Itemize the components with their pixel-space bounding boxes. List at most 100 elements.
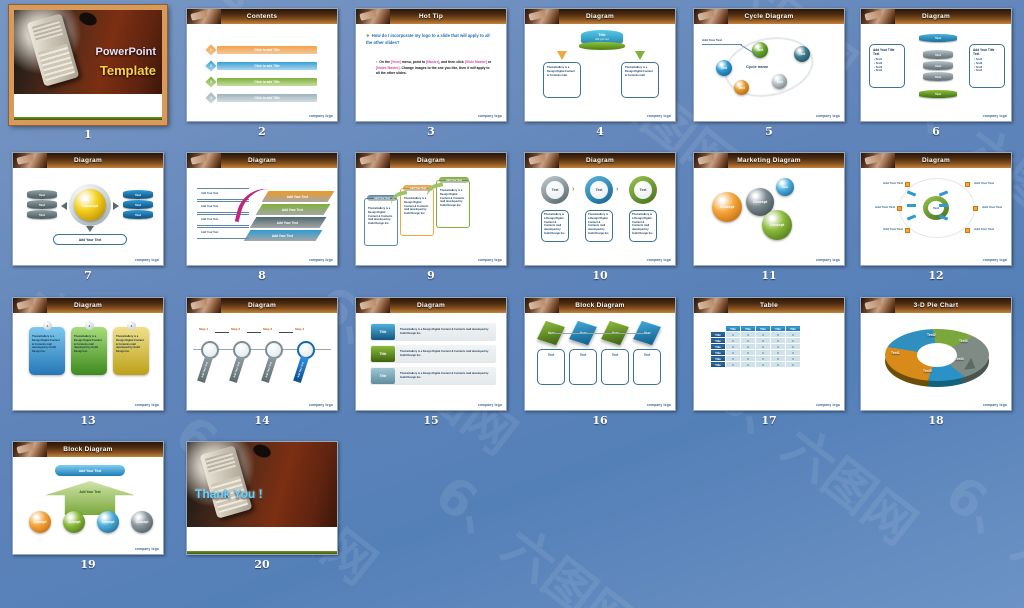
slide-canvas[interactable]: Diagram Text ThemeGallery is a Design Digi…: [524, 152, 676, 266]
block-card-label: Text: [643, 353, 651, 357]
slide-content: ThemeGallery is a Design Digital Content…: [13, 313, 163, 410]
slide-thumbnail-19[interactable]: Block Diagram Add Your Text Add Your Text C…: [12, 441, 164, 571]
slide-number: 16: [592, 414, 608, 427]
cycle-node-teal: Text: [794, 46, 810, 62]
list-row-title: Title: [371, 368, 395, 384]
slide-canvas[interactable]: Table Title Title Title Title Title Title 0 0 0 0 0…: [693, 297, 845, 411]
list-row: Title ThemeGallery is a Design Digital Co…: [370, 345, 496, 363]
slide-content: Add Your Text Add Your Text Concept Concept…: [13, 457, 163, 554]
data-table[interactable]: Title Title Title Title Title Title 0 0 0 0 0 Title…: [710, 325, 801, 368]
contents-bar[interactable]: Click to add Title: [217, 78, 317, 86]
slide-thumbnail-grid[interactable]: PowerPoint Template 1 Contents Click to add …: [0, 0, 1024, 608]
slide-canvas[interactable]: Diagram Add Your Text Add Your Text Add You…: [186, 152, 338, 266]
slide-canvas[interactable]: Diagram Text Text Text Text Text Add Your Titl…: [860, 8, 1012, 122]
side-card-list: ▪ Text1 ▪ Text2 ▪ Text3 ▪ Text4: [970, 57, 1004, 74]
slide-thumbnail-8[interactable]: Diagram Add Your Text Add Your Text Add You…: [186, 152, 338, 282]
slide-canvas[interactable]: Block Diagram Add Your Text Add Your Text C…: [12, 441, 164, 555]
company-logo-text: company logo: [815, 258, 840, 262]
radial-node: [973, 206, 978, 211]
cover-title-line1: PowerPoint: [95, 46, 156, 59]
thank-you-text: Thank You !: [195, 486, 263, 501]
slide-thumbnail-17[interactable]: Table Title Title Title Title Title Title 0 0 0 0 0…: [693, 297, 845, 427]
slide-number: 10: [592, 269, 608, 282]
center-stack-cylinder: Text: [923, 61, 953, 70]
slide-content: Text Text Text Text Text Cycle name Add Your T…: [694, 24, 844, 121]
radial-node-label: Add Your Text: [974, 181, 995, 185]
slide-content: Text Add Your Text Add Your Text Add Your T…: [861, 168, 1011, 265]
contents-bar[interactable]: Click to add Title: [217, 94, 317, 102]
slide-canvas[interactable]: Diagram Add Your Text Step 1 Add Your Text S…: [186, 297, 338, 411]
header-photo-thumbnail: [861, 298, 895, 313]
slide-number: 2: [258, 125, 266, 138]
slide-canvas[interactable]: Diagram Title Add your text ThemeGallery is…: [524, 8, 676, 122]
slide-canvas[interactable]: Diagram ThemeGallery is a Design Digital …: [12, 297, 164, 411]
slide-thumbnail-6[interactable]: Diagram Text Text Text Text Text Add Your Titl…: [860, 8, 1012, 138]
slide-header-bar: Diagram: [187, 153, 337, 168]
slide-thumbnail-15[interactable]: Diagram Title ThemeGallery is a Design Dig…: [355, 297, 507, 427]
slide-canvas[interactable]: Block DiagramTextTextTextTextTextTextTex…: [524, 297, 676, 411]
header-photo-thumbnail: [356, 9, 390, 24]
slide-header-bar: Diagram: [13, 298, 163, 313]
list-row-body: ThemeGallery is a Design Digital Content…: [400, 372, 489, 379]
slide-canvas[interactable]: Diagram Text Add Your Text Add Your Text Add…: [860, 152, 1012, 266]
pie-slice-label: Text3: [959, 339, 968, 343]
company-logo-text: company logo: [477, 114, 502, 118]
company-logo-text: company logo: [477, 403, 502, 407]
slide-canvas[interactable]: Thank You !: [186, 441, 338, 555]
header-photo-thumbnail: [525, 153, 559, 168]
slide-header-bar: Hot Tip: [356, 9, 506, 24]
contents-bar[interactable]: Click to add Title: [217, 62, 317, 70]
green-disc-base: [579, 42, 625, 50]
slide-thumbnail-13[interactable]: Diagram ThemeGallery is a Design Digital …: [12, 297, 164, 427]
slide-thumbnail-3[interactable]: Hot Tip ❖ How do I incorporate my logo to …: [355, 8, 507, 138]
slide-canvas[interactable]: Cycle Diagram Text Text Text Text Text Cycle n…: [693, 8, 845, 122]
header-photo-thumbnail: [187, 153, 221, 168]
slide-title: Diagram: [73, 302, 103, 309]
slide-number: 19: [80, 558, 96, 571]
company-logo-text: company logo: [646, 114, 671, 118]
slide-thumbnail-10[interactable]: Diagram Text ThemeGallery is a Design Digi…: [524, 152, 676, 282]
slide-thumbnail-18[interactable]: 3-D Pie Chart Text1 Text2 Text3 Text4 Text5 co…: [860, 297, 1012, 427]
slide-thumbnail-12[interactable]: Diagram Text Add Your Text Add Your Text Add…: [860, 152, 1012, 282]
company-logo-text: company logo: [308, 403, 333, 407]
center-stack-cylinder: Text: [923, 72, 953, 81]
cycle-callout-label: Add Your Text: [702, 38, 723, 42]
slide-thumbnail-1[interactable]: PowerPoint Template 1: [8, 4, 168, 141]
slide-header-bar: Diagram: [356, 153, 506, 168]
slide-thumbnail-2[interactable]: Contents Click to add Title 1 Click to add …: [186, 8, 338, 138]
header-photo-thumbnail: [525, 298, 559, 313]
right-cylinder: Text: [123, 200, 153, 209]
slide-canvas[interactable]: Contents Click to add Title 1 Click to add …: [186, 8, 338, 122]
magnifier-handle: Add Your Text: [197, 355, 213, 383]
slide-title: Diagram: [585, 13, 615, 20]
slide-thumbnail-16[interactable]: Block DiagramTextTextTextTextTextTextTex…: [524, 297, 676, 427]
tab-card: ThemeGallery is a Design Digital Content…: [113, 327, 149, 375]
slide-canvas[interactable]: Diagram Add Your Text ThemeGallery is a De…: [355, 152, 507, 266]
slide-thumbnail-20[interactable]: Thank You ! 20: [186, 441, 338, 571]
company-logo-text: company logo: [134, 403, 159, 407]
list-row-body: ThemeGallery is a Design Digital Content…: [400, 350, 489, 357]
slide-title: Contents: [246, 13, 278, 20]
slide-title: Diagram: [921, 13, 951, 20]
slide-canvas[interactable]: Diagram Title ThemeGallery is a Design Dig…: [355, 297, 507, 411]
cycle-node-blue: Text: [716, 60, 732, 76]
slide-thumbnail-7[interactable]: Diagram Concept Text Text Text Text Text Text Ad…: [12, 152, 164, 282]
slide-header-bar: Contents: [187, 9, 337, 24]
slide-canvas[interactable]: 3-D Pie Chart Text1 Text2 Text3 Text4 Text5 co…: [860, 297, 1012, 411]
slide-thumbnail-9[interactable]: Diagram Add Your Text ThemeGallery is a De…: [355, 152, 507, 282]
slide-canvas[interactable]: Marketing Diagram Text Concept Concept Conce…: [693, 152, 845, 266]
contents-bar[interactable]: Click to add Title: [217, 46, 317, 54]
header-photo-thumbnail: [694, 153, 728, 168]
slide-thumbnail-11[interactable]: Marketing Diagram Text Concept Concept Conce…: [693, 152, 845, 282]
side-card-list: ▪ Text1 ▪ Text2 ▪ Text3 ▪ Text4: [870, 57, 904, 74]
slide-thumbnail-4[interactable]: Diagram Title Add your text ThemeGallery is…: [524, 8, 676, 138]
slide-content: Title ThemeGallery is a Design Digital Co…: [356, 313, 506, 410]
slide-canvas[interactable]: PowerPoint Template: [8, 4, 168, 126]
slide-thumbnail-14[interactable]: Diagram Add Your Text Step 1 Add Your Text S…: [186, 297, 338, 427]
slide-canvas[interactable]: Hot Tip ❖ How do I incorporate my logo to …: [355, 8, 507, 122]
slide-thumbnail-5[interactable]: Cycle Diagram Text Text Text Text Text Cycle n…: [693, 8, 845, 138]
tab-number-badge: 1: [43, 321, 52, 330]
slide-number: 14: [254, 414, 270, 427]
slide-header-bar: Table: [694, 298, 844, 313]
slide-canvas[interactable]: Diagram Concept Text Text Text Text Text Text Ad…: [12, 152, 164, 266]
